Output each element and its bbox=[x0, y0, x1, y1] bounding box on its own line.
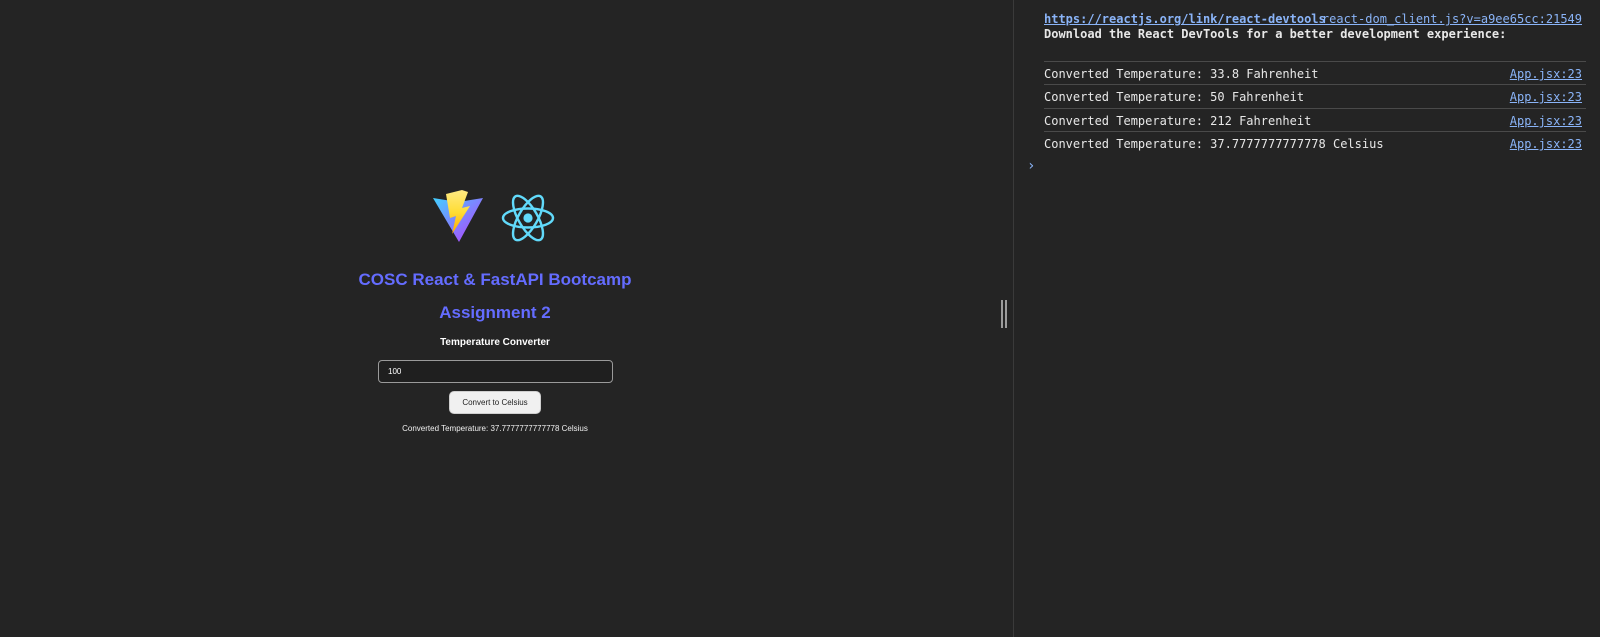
logo-row bbox=[0, 190, 994, 246]
console-log-row: Converted Temperature: 50 Fahrenheit App… bbox=[1044, 84, 1586, 107]
page-title: COSC React & FastAPI Bootcamp bbox=[358, 270, 632, 289]
drag-handle-icon[interactable] bbox=[1001, 300, 1007, 328]
devtools-link[interactable]: https://reactjs.org/link/react-devtools bbox=[1044, 12, 1582, 26]
console-source-link[interactable]: App.jsx:23 bbox=[1510, 114, 1582, 128]
console-source-link[interactable]: App.jsx:23 bbox=[1510, 90, 1582, 104]
console-log-row: Converted Temperature: 37.7777777777778 … bbox=[1044, 131, 1586, 154]
temperature-input[interactable] bbox=[378, 360, 613, 383]
console-prompt-icon[interactable]: › bbox=[1027, 158, 1035, 174]
assignment-title: Assignment 2 bbox=[439, 303, 551, 322]
console-source-link[interactable]: App.jsx:23 bbox=[1510, 67, 1582, 81]
console-log-row: Converted Temperature: 33.8 Fahrenheit A… bbox=[1044, 61, 1586, 84]
converted-result: Converted Temperature: 37.7777777777778 … bbox=[402, 424, 588, 433]
console-log-text: Converted Temperature: 37.7777777777778 … bbox=[1044, 137, 1384, 151]
converter-heading: Temperature Converter bbox=[440, 337, 550, 348]
console-source-link[interactable]: App.jsx:23 bbox=[1510, 137, 1582, 151]
vite-logo[interactable] bbox=[432, 190, 484, 246]
devtools-message-text: Download the React DevTools for a better… bbox=[1044, 27, 1507, 41]
react-logo[interactable] bbox=[500, 190, 556, 246]
console-log-text: Converted Temperature: 33.8 Fahrenheit bbox=[1044, 67, 1319, 81]
app-viewport: COSC React & FastAPI Bootcamp Assignment… bbox=[0, 0, 994, 637]
devtools-console: react-dom_client.js?v=a9ee65cc:21549 Dow… bbox=[1014, 0, 1600, 637]
console-message-devtools: react-dom_client.js?v=a9ee65cc:21549 Dow… bbox=[1044, 10, 1582, 60]
console-log-row: Converted Temperature: 212 Fahrenheit Ap… bbox=[1044, 108, 1586, 131]
console-log-text: Converted Temperature: 50 Fahrenheit bbox=[1044, 90, 1305, 104]
console-log-text: Converted Temperature: 212 Fahrenheit bbox=[1044, 114, 1312, 128]
convert-to-celsius-button[interactable]: Convert to Celsius bbox=[449, 391, 541, 414]
